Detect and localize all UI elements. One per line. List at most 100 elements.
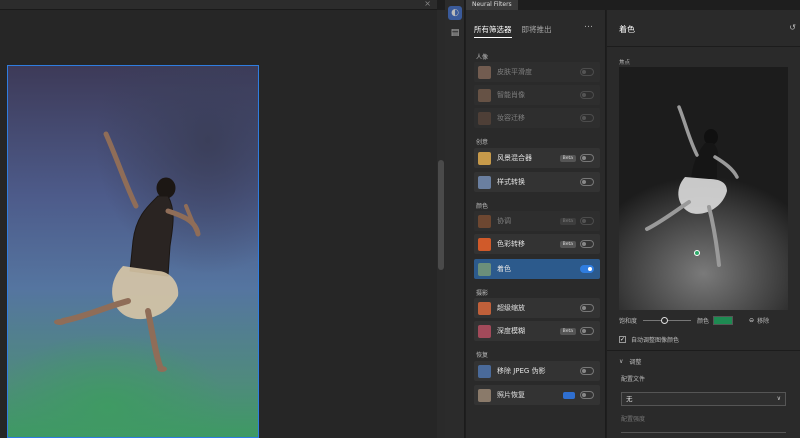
filter-label: 照片恢复 (497, 391, 525, 399)
profile-select-value: 无 (626, 395, 633, 403)
focus-label: 焦点 (619, 60, 631, 66)
filter-toggle[interactable] (580, 68, 594, 76)
adjust-section-header[interactable]: ∨ 调整 (619, 357, 641, 366)
filter-label: 皮肤平滑度 (497, 68, 532, 76)
close-icon[interactable]: × (424, 0, 431, 8)
collapse-icon[interactable]: ∨ (619, 358, 623, 365)
filter-toggle[interactable] (580, 217, 594, 225)
remove-label[interactable]: 移除 (757, 316, 769, 325)
auto-color-label: 自动调整图像颜色 (631, 337, 680, 344)
filter-label: 着色 (497, 265, 511, 273)
canvas-scrollbar[interactable] (437, 10, 445, 438)
color-swatch[interactable] (713, 316, 734, 325)
filter-thumbnail (478, 151, 491, 165)
filter-toggle[interactable] (580, 391, 594, 399)
filter-thumbnail (478, 388, 491, 402)
filter-thumbnail (478, 301, 491, 315)
filter-label: 样式转换 (497, 178, 525, 186)
filter-label: 深度模糊 (497, 327, 525, 335)
category-label: 颜色 (476, 203, 489, 210)
profile-strength-slider[interactable] (621, 432, 786, 433)
saturation-slider[interactable] (643, 317, 692, 324)
profile-label: 配置文件 (621, 376, 646, 383)
filter-toggle[interactable] (580, 327, 594, 335)
filter-thumbnail (478, 65, 491, 79)
filter-thumbnail (478, 214, 491, 228)
tab-coming-soon[interactable]: 即将推出 (522, 24, 552, 38)
category-label: 人像 (476, 54, 489, 61)
filter-thumbnail (478, 364, 491, 378)
beta-badge: Beta (559, 217, 576, 225)
filter-thumbnail (478, 111, 491, 125)
filter-label: 智能肖像 (497, 91, 525, 99)
filter-toggle[interactable] (580, 114, 594, 122)
filter-label: 协调 (497, 217, 511, 225)
filter-item[interactable]: 样式转换 (474, 172, 600, 192)
download-button[interactable] (563, 391, 575, 399)
color-label: 颜色 (697, 318, 710, 325)
filter-toggle[interactable] (580, 240, 594, 248)
saturation-slider-knob[interactable] (661, 317, 669, 324)
filter-thumbnail (478, 175, 491, 189)
auto-color-row[interactable]: ✓ 自动调整图像颜色 (619, 335, 679, 344)
remove-icon[interactable]: ⊖ (749, 317, 754, 324)
filter-toggle[interactable] (580, 178, 594, 186)
reset-icon[interactable]: ↺ (789, 23, 796, 32)
panel-tab-neural-filters[interactable]: Neural Filters (466, 0, 518, 10)
saturation-label: 饱和度 (619, 318, 638, 325)
photoshop-window: × ◐ ▤ Neural Filters 所有筛选器 即将推出 … 人像 皮肤平… (0, 0, 800, 438)
dancer-photo[interactable] (7, 65, 259, 438)
neural-filters-icon[interactable]: ◐ (448, 6, 462, 20)
colorize-preview[interactable] (619, 67, 788, 310)
auto-color-checkbox[interactable]: ✓ (619, 336, 626, 343)
filter-list-panel: 所有筛选器 即将推出 … 人像皮肤平滑度智能肖像妆容迁移创意风景混合器 Beta 样… (466, 10, 606, 438)
category-label: 恢复 (476, 352, 489, 359)
filter-item[interactable]: 智能肖像 (474, 85, 600, 105)
filter-label: 风景混合器 (497, 154, 532, 162)
filter-item[interactable]: 皮肤平滑度 (474, 62, 600, 82)
filter-label: 妆容迁移 (497, 114, 525, 122)
divider (607, 46, 800, 47)
filter-item[interactable]: 色彩转移 Beta (474, 234, 600, 254)
document-canvas[interactable]: × (0, 0, 437, 438)
tab-all-filters[interactable]: 所有筛选器 (474, 24, 512, 38)
filter-thumbnail (478, 88, 491, 102)
filter-toggle[interactable] (580, 304, 594, 312)
profile-strength-label: 配置强度 (621, 416, 646, 423)
beta-badge: Beta (559, 154, 576, 162)
colorize-detail-panel: 着色 ↺ 焦点 饱和度 颜色 ⊖ 移除 ✓ 自动调整图像颜色 ∨ 调整 配置文件… (607, 10, 800, 438)
layers-icon[interactable]: ▤ (448, 26, 462, 40)
adjust-label: 调整 (629, 359, 642, 366)
panel-tool-strip: ◐ ▤ (445, 0, 465, 438)
saturation-row: 饱和度 颜色 ⊖ 移除 (619, 316, 769, 325)
more-options-icon[interactable]: … (584, 20, 593, 30)
filter-item[interactable]: 风景混合器 Beta (474, 148, 600, 168)
divider (607, 350, 800, 351)
filter-label: 移除 JPEG 伪影 (497, 367, 546, 375)
filter-thumbnail (478, 237, 491, 251)
filter-thumbnail (478, 324, 491, 338)
scrollbar-thumb[interactable] (438, 160, 444, 270)
filter-toggle[interactable] (580, 91, 594, 99)
filter-item[interactable]: 着色 (474, 259, 600, 279)
filter-toggle[interactable] (580, 265, 594, 273)
beta-badge: Beta (559, 327, 576, 335)
filter-item[interactable]: 照片恢复 (474, 385, 600, 405)
filter-toggle[interactable] (580, 154, 594, 162)
beta-badge: Beta (559, 240, 576, 248)
focus-point-marker[interactable] (694, 250, 700, 256)
filter-label: 超级缩放 (497, 304, 525, 312)
filter-item[interactable]: 协调 Beta (474, 211, 600, 231)
filter-item[interactable]: 超级缩放 (474, 298, 600, 318)
filter-item[interactable]: 移除 JPEG 伪影 (474, 361, 600, 381)
filter-item[interactable]: 妆容迁移 (474, 108, 600, 128)
category-label: 创意 (476, 139, 489, 146)
filter-item[interactable]: 深度模糊 Beta (474, 321, 600, 341)
filter-toggle[interactable] (580, 367, 594, 375)
detail-title: 着色 (619, 25, 635, 34)
filter-label: 色彩转移 (497, 240, 525, 248)
profile-select[interactable]: 无 ∨ (621, 392, 786, 406)
dancer-silhouette (54, 131, 201, 372)
chevron-down-icon: ∨ (776, 395, 781, 402)
filter-thumbnail (478, 262, 491, 276)
